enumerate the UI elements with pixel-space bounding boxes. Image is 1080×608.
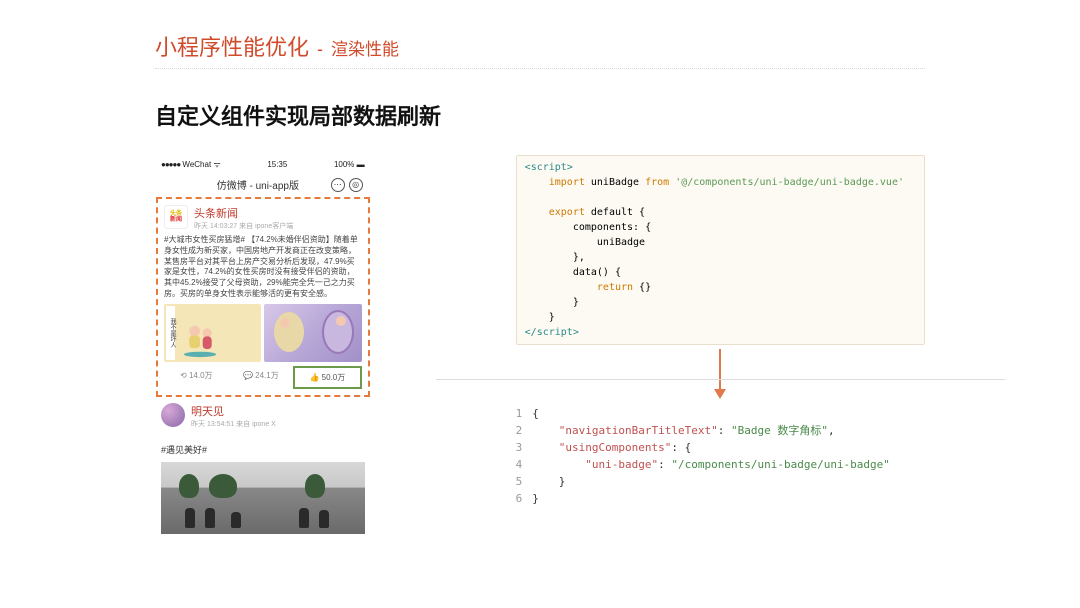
slide-header: 小程序性能优化 - 渲染性能 <box>155 30 925 69</box>
code-vue-script: <script> import uniBadge from '@/compone… <box>516 155 925 345</box>
clock: 15:35 <box>267 160 287 169</box>
poster-logo: 头条 新闻 <box>164 205 188 229</box>
battery-label: 100% <box>334 160 354 169</box>
post-2: 明天见 昨天 13:54:51 来自 ipone X <box>155 397 371 439</box>
code-json-config: 1 2 3 4 5 6 { "navigationBarTitleText": … <box>516 405 925 507</box>
title-dash: - <box>317 39 323 60</box>
status-bar: ●●●●● WeChat ᯤ 15:35 100% ▬ <box>155 155 371 174</box>
post-actions: ⟲ 14.0万 💬 24.1万 👍 50.0万 <box>164 366 362 389</box>
title-main: 小程序性能优化 <box>155 30 309 62</box>
post-hashtag[interactable]: #遇见美好# <box>155 439 371 460</box>
arrow-down-icon <box>516 345 925 405</box>
wifi-icon: ᯤ <box>213 160 220 169</box>
battery-icon: ▬ <box>357 160 365 169</box>
poster-name[interactable]: 头条新闻 <box>194 205 293 221</box>
app-bar: 仿微博 - uni-app版 ⋯ ◎ <box>155 174 371 197</box>
subtitle: 自定义组件实现局部数据刷新 <box>155 99 925 131</box>
phone-mock: ●●●●● WeChat ᯤ 15:35 100% ▬ 仿微博 - uni-ap… <box>155 155 371 536</box>
title-sub: 渲染性能 <box>331 35 399 60</box>
signal-icon: ●●●●● <box>161 160 180 169</box>
poster-avatar[interactable] <box>161 403 185 427</box>
post-meta: 昨天 14:03:27 来自 ipone客户端 <box>194 221 293 231</box>
more-icon[interactable]: ⋯ <box>331 178 345 192</box>
comment-button[interactable]: 💬 24.1万 <box>229 366 294 389</box>
divider <box>436 379 1005 380</box>
target-icon[interactable]: ◎ <box>349 178 363 192</box>
post-images: 我不是坏人 <box>164 304 362 362</box>
repost-button[interactable]: ⟲ 14.0万 <box>164 366 229 389</box>
poster-name-2[interactable]: 明天见 <box>191 403 276 419</box>
post-image-1[interactable]: 我不是坏人 <box>164 304 261 362</box>
highlighted-component: 头条 新闻 头条新闻 昨天 14:03:27 来自 ipone客户端 #大城市女… <box>156 197 370 397</box>
carrier-label: WeChat <box>182 160 211 169</box>
post-meta-2: 昨天 13:54:51 来自 ipone X <box>191 419 276 429</box>
post-photo[interactable] <box>161 462 365 534</box>
like-button[interactable]: 👍 50.0万 <box>293 366 362 389</box>
code-panel: <script> import uniBadge from '@/compone… <box>516 155 925 507</box>
post-body: #大城市女性买房猛增# 【74.2%未婚伴侣资助】随着单身女性成为新买家，中国房… <box>164 235 362 300</box>
appbar-title: 仿微博 - uni-app版 <box>217 177 299 192</box>
post-image-2[interactable] <box>264 304 361 362</box>
line-numbers: 1 2 3 4 5 6 <box>516 405 533 507</box>
